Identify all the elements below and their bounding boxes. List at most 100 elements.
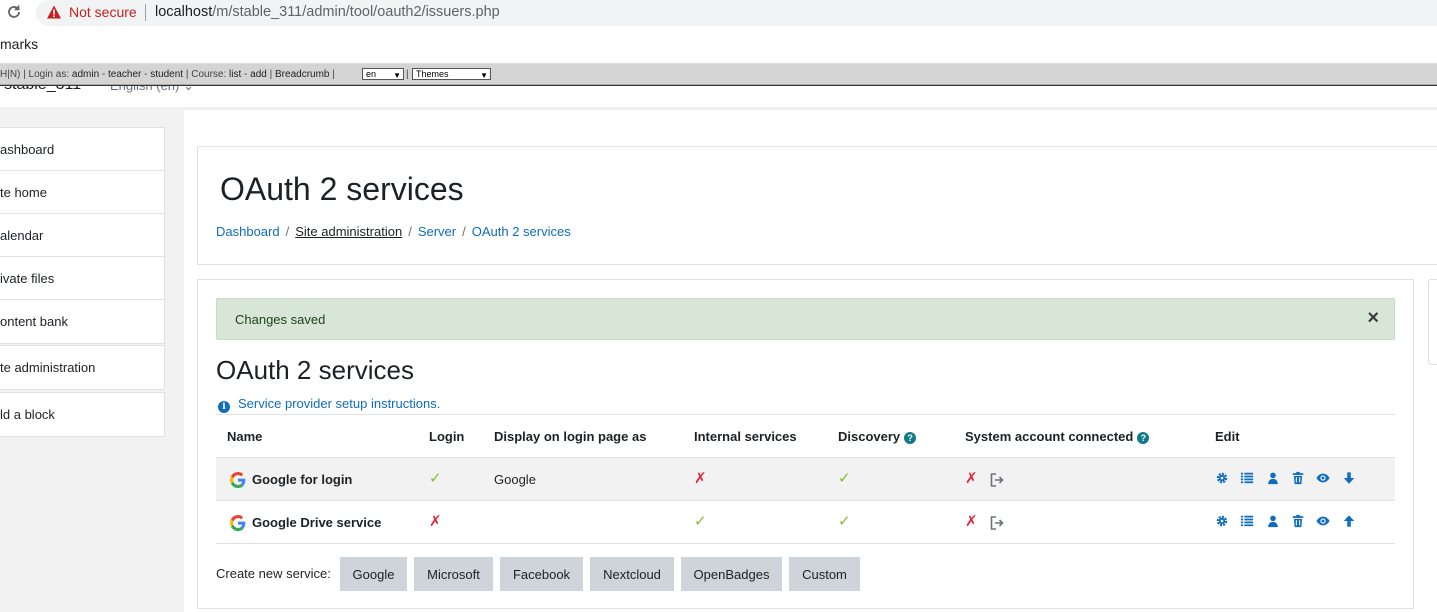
url-separator: [145, 4, 146, 21]
issuer-name[interactable]: Google Drive service: [252, 515, 381, 530]
internal-services-cross-icon: ✗: [694, 470, 707, 487]
setup-instructions-text: Service provider setup instructions.: [238, 396, 441, 411]
table-header: Name Login Display on login page as Inte…: [216, 414, 1395, 458]
dev-language-value: en: [366, 69, 377, 79]
login-check-icon: ✓: [429, 470, 442, 487]
gear-icon[interactable]: [1215, 471, 1229, 485]
user-icon[interactable]: [1266, 471, 1280, 485]
success-alert: Changes saved ×: [216, 298, 1395, 340]
list-icon[interactable]: [1240, 471, 1254, 485]
create-custom-button[interactable]: Custom: [789, 557, 860, 591]
url-path: /m/stable_311/admin/tool/oauth2/issuers.…: [212, 4, 500, 20]
course-list-link[interactable]: list: [229, 69, 241, 80]
internal-services-check-icon: ✓: [694, 513, 707, 530]
column-header-internal: Internal services: [694, 429, 797, 444]
issuer-name[interactable]: Google for login: [252, 472, 352, 487]
close-icon[interactable]: ×: [1367, 307, 1379, 329]
list-icon[interactable]: [1240, 514, 1254, 528]
dev-prefix: H|N) | Login as:: [0, 69, 72, 80]
sidebar-item-site-administration[interactable]: te administration: [0, 346, 164, 389]
table-row: Google Drive service ✗ ✓ ✓ ✗: [216, 501, 1395, 544]
sidebar-item-site-home[interactable]: te home: [0, 171, 164, 214]
warning-icon[interactable]: [46, 4, 62, 20]
table-body: Google for login ✓ Google ✗ ✓ ✗ Google Drive s…: [216, 458, 1395, 544]
breadcrumb-server[interactable]: Server: [418, 224, 456, 239]
system-account-label: System account connected: [965, 429, 1134, 444]
breadcrumb-separator: /: [285, 224, 290, 239]
create-facebook-button[interactable]: Facebook: [500, 557, 583, 591]
dev-toolbar-text: H|N) | Login as: admin - teacher - stude…: [0, 69, 335, 80]
navbar-shadow: [0, 107, 1437, 110]
google-logo-icon: [230, 472, 246, 488]
arrow-up-icon[interactable]: [1342, 514, 1356, 528]
connect-system-account-icon[interactable]: [989, 515, 1005, 531]
help-icon[interactable]: ?: [904, 432, 917, 444]
login-as-student-link[interactable]: student: [150, 69, 183, 80]
breadcrumb-separator: /: [462, 224, 466, 239]
security-label[interactable]: Not secure: [69, 4, 137, 20]
column-header-discovery: Discovery?: [838, 429, 917, 444]
dev-themes-value: Themes: [416, 69, 449, 79]
trash-icon[interactable]: [1291, 514, 1305, 528]
reload-icon[interactable]: [6, 4, 22, 20]
breadcrumb-oauth2-services[interactable]: OAuth 2 services: [472, 224, 571, 239]
setup-instructions-link[interactable]: i Service provider setup instructions.: [218, 396, 440, 413]
info-icon: i: [218, 401, 230, 413]
nav-group-admin: te administration: [0, 345, 165, 390]
sidebar-item-add-block[interactable]: ld a block: [0, 393, 164, 436]
system-account-cross-icon: ✗: [965, 470, 978, 487]
url-text[interactable]: localhost/m/stable_311/admin/tool/oauth2…: [155, 4, 500, 20]
nav-group-main: ashboard te home alendar ivate files ont…: [0, 127, 165, 344]
column-header-system-account: System account connected?: [965, 429, 1150, 444]
bookmarks-bar: marks: [0, 26, 1437, 64]
help-icon[interactable]: ?: [1137, 432, 1150, 444]
breadcrumb-site-administration[interactable]: Site administration: [295, 224, 402, 239]
user-icon[interactable]: [1266, 514, 1280, 528]
create-google-button[interactable]: Google: [340, 557, 407, 591]
bookmarks-label[interactable]: marks: [0, 36, 38, 52]
page-header: OAuth 2 services Dashboard / Site administ…: [197, 146, 1437, 265]
system-account-cross-icon: ✗: [965, 513, 978, 530]
sidebar-item-dashboard[interactable]: ashboard: [0, 128, 164, 171]
login-as-teacher-link[interactable]: teacher: [108, 69, 141, 80]
alert-message: Changes saved: [235, 312, 326, 327]
url-host: localhost: [155, 4, 213, 20]
arrow-down-icon[interactable]: [1342, 471, 1356, 485]
chevron-down-icon: ▼: [480, 71, 488, 80]
breadcrumb-dashboard[interactable]: Dashboard: [216, 224, 280, 239]
breadcrumb: Dashboard / Site administration / Server / OAu…: [216, 224, 571, 239]
column-header-login: Login: [429, 429, 465, 444]
eye-icon[interactable]: [1316, 514, 1330, 528]
sidebar-item-private-files[interactable]: ivate files: [0, 257, 164, 300]
create-microsoft-button[interactable]: Microsoft: [414, 557, 493, 591]
breadcrumb-separator: /: [408, 224, 412, 239]
login-as-admin-link[interactable]: admin: [72, 69, 99, 80]
browser-address-bar: Not secure localhost/m/stable_311/admin/…: [0, 0, 1437, 26]
trash-icon[interactable]: [1291, 471, 1305, 485]
eye-icon[interactable]: [1316, 471, 1330, 485]
table-row: Google for login ✓ Google ✗ ✓ ✗: [216, 458, 1395, 501]
course-label: | Course:: [183, 69, 230, 80]
google-logo-icon: [230, 515, 246, 531]
sidebar-item-content-bank[interactable]: ontent bank: [0, 300, 164, 343]
chevron-down-icon: ▼: [393, 71, 401, 80]
right-block-region: [1428, 279, 1437, 365]
dev-language-select[interactable]: en ▼: [362, 68, 404, 80]
main-content: Changes saved × OAuth 2 services i Servic…: [197, 279, 1414, 609]
dev-separator: |: [406, 69, 409, 80]
nav-group-block: ld a block: [0, 392, 165, 437]
discovery-check-icon: ✓: [838, 513, 851, 530]
sidebar-item-calendar[interactable]: alendar: [0, 214, 164, 257]
display-name: Google: [494, 472, 536, 487]
issuers-table: Name Login Display on login page as Inte…: [216, 414, 1395, 544]
course-add-link[interactable]: add: [250, 69, 267, 80]
breadcrumb-link[interactable]: Breadcrumb: [275, 69, 329, 80]
connect-system-account-icon[interactable]: [989, 472, 1005, 488]
nav-drawer: ashboard te home alendar ivate files ont…: [0, 110, 184, 612]
page-title: OAuth 2 services: [220, 171, 464, 207]
create-openbadges-button[interactable]: OpenBadges: [681, 557, 782, 591]
column-header-display: Display on login page as: [494, 429, 647, 444]
dev-themes-select[interactable]: Themes ▼: [412, 68, 491, 80]
create-nextcloud-button[interactable]: Nextcloud: [590, 557, 674, 591]
gear-icon[interactable]: [1215, 514, 1229, 528]
